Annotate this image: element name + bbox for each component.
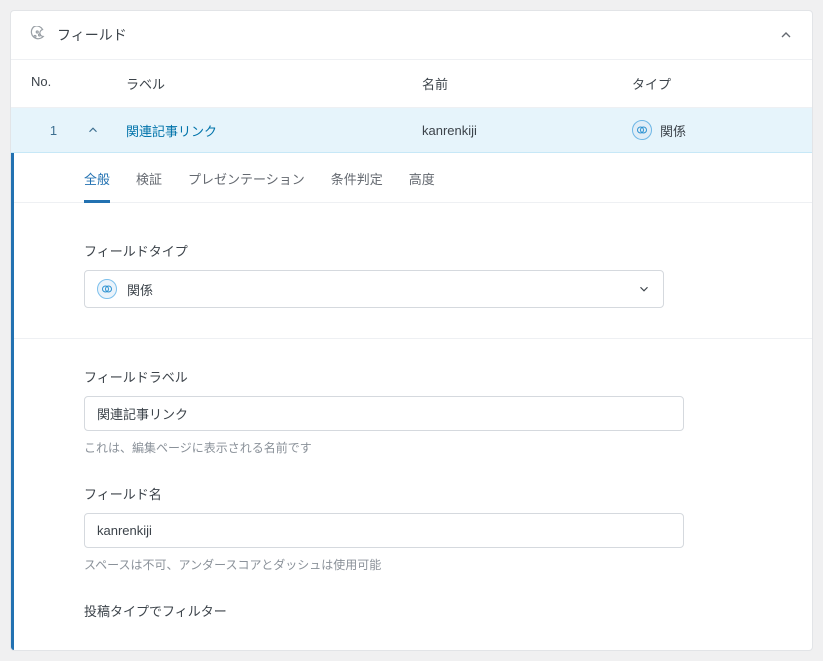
divider bbox=[14, 338, 812, 339]
group-field-name: フィールド名 スペースは不可、アンダースコアとダッシュは使用可能 bbox=[84, 484, 742, 573]
form-area: フィールドタイプ 関係 フィールドラベル これは、編集ページに表示される名前です bbox=[14, 203, 812, 650]
plugin-icon bbox=[29, 26, 47, 44]
chevron-down-icon bbox=[637, 282, 651, 296]
col-header-type: タイプ bbox=[632, 74, 792, 93]
fields-panel: フィールド No. ラベル 名前 タイプ 1 関連記事リンク kanrenkij… bbox=[10, 10, 813, 651]
row-type: 関係 bbox=[632, 120, 792, 140]
group-field-type: フィールドタイプ 関係 bbox=[84, 241, 742, 308]
col-header-name: 名前 bbox=[422, 74, 632, 93]
chevron-up-icon bbox=[86, 123, 100, 137]
row-type-label: 関係 bbox=[660, 121, 686, 140]
field-type-select[interactable]: 関係 bbox=[84, 270, 664, 308]
field-name-input[interactable] bbox=[84, 513, 684, 548]
label-post-type-filter: 投稿タイプでフィルター bbox=[84, 601, 742, 620]
relation-icon bbox=[97, 279, 117, 299]
col-header-label: ラベル bbox=[86, 74, 422, 93]
field-editor: 全般 検証 プレゼンテーション 条件判定 高度 フィールドタイプ 関係 bbox=[10, 153, 812, 650]
tab-advanced[interactable]: 高度 bbox=[409, 153, 435, 202]
row-number: 1 bbox=[31, 123, 86, 138]
panel-title: フィールド bbox=[57, 25, 778, 45]
table-head: No. ラベル 名前 タイプ bbox=[11, 60, 812, 108]
help-field-label: これは、編集ページに表示される名前です bbox=[84, 439, 742, 456]
row-label-link[interactable]: 関連記事リンク bbox=[126, 121, 422, 140]
tab-general[interactable]: 全般 bbox=[84, 153, 110, 202]
tab-conditional[interactable]: 条件判定 bbox=[331, 153, 383, 202]
panel-header: フィールド bbox=[11, 11, 812, 60]
row-toggle[interactable] bbox=[86, 123, 126, 137]
field-type-value: 関係 bbox=[127, 280, 637, 299]
tabs: 全般 検証 プレゼンテーション 条件判定 高度 bbox=[14, 153, 812, 203]
help-field-name: スペースは不可、アンダースコアとダッシュは使用可能 bbox=[84, 556, 742, 573]
row-name: kanrenkiji bbox=[422, 123, 632, 138]
col-header-no: No. bbox=[31, 74, 86, 93]
tab-presentation[interactable]: プレゼンテーション bbox=[188, 153, 305, 202]
label-field-label: フィールドラベル bbox=[84, 367, 742, 386]
label-field-name: フィールド名 bbox=[84, 484, 742, 503]
group-field-label: フィールドラベル これは、編集ページに表示される名前です bbox=[84, 367, 742, 456]
label-field-type: フィールドタイプ bbox=[84, 241, 742, 260]
field-row[interactable]: 1 関連記事リンク kanrenkiji 関係 bbox=[11, 108, 812, 153]
chevron-up-icon bbox=[778, 27, 794, 43]
group-post-type-filter: 投稿タイプでフィルター bbox=[84, 601, 742, 620]
collapse-button[interactable] bbox=[778, 27, 794, 43]
relation-icon bbox=[632, 120, 652, 140]
field-label-input[interactable] bbox=[84, 396, 684, 431]
tab-validation[interactable]: 検証 bbox=[136, 153, 162, 202]
